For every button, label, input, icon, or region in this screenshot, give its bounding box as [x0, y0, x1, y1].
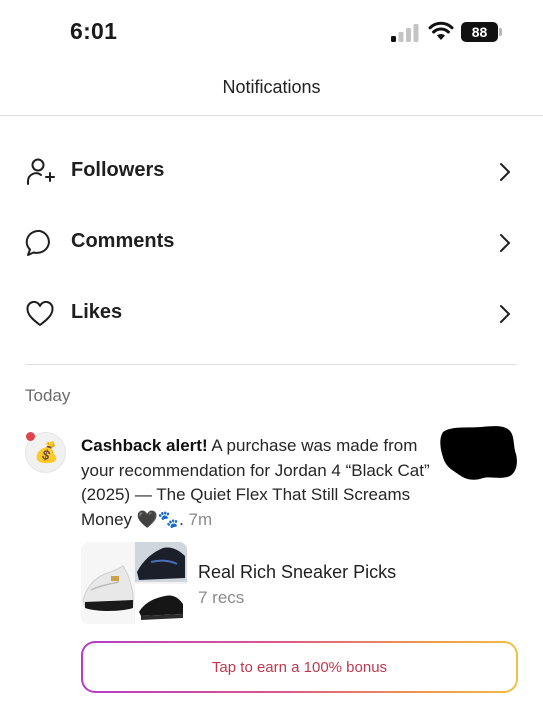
status-time: 6:01: [70, 18, 118, 44]
speech-bubble-icon: [25, 229, 50, 256]
add-person-icon: [27, 158, 55, 185]
collection-thumbnail: [81, 542, 187, 624]
menu-item-followers[interactable]: Followers: [0, 142, 543, 202]
section-divider: [25, 364, 517, 365]
unread-dot: [26, 432, 35, 441]
redacted-thumbnail: [440, 426, 517, 480]
battery-indicator: 88: [461, 22, 503, 42]
earn-bonus-button[interactable]: Tap to earn a 100% bonus: [81, 641, 518, 693]
header: Notifications: [0, 64, 543, 116]
menu-item-likes[interactable]: Likes: [0, 284, 543, 344]
menu-label-comments: Comments: [71, 230, 175, 252]
page-title: Notifications: [222, 77, 321, 97]
menu-label-followers: Followers: [71, 159, 165, 181]
chevron-right-icon: [500, 163, 510, 181]
status-bar: 6:01 88: [0, 0, 543, 64]
battery-level: 88: [471, 24, 488, 40]
cellular-signal-icon: [391, 24, 419, 42]
collection-card[interactable]: Real Rich Sneaker Picks 7 recs: [81, 542, 421, 624]
collection-count: 7 recs: [198, 588, 245, 607]
notification-title: Cashback alert!: [81, 436, 208, 455]
collection-name: Real Rich Sneaker Picks: [198, 562, 397, 582]
section-heading-today: Today: [25, 386, 71, 405]
wifi-icon: [428, 21, 454, 40]
chevron-right-icon: [500, 305, 510, 323]
menu-item-comments[interactable]: Comments: [0, 213, 543, 273]
sneaker-collage-image: [81, 542, 187, 624]
chevron-right-icon: [500, 234, 510, 252]
menu-label-likes: Likes: [71, 301, 123, 323]
notification-text[interactable]: Cashback alert! A purchase was made from…: [81, 434, 433, 532]
heart-icon: [26, 300, 54, 326]
notification-time: 7m: [188, 509, 213, 529]
earn-bonus-label: Tap to earn a 100% bonus: [211, 658, 388, 676]
